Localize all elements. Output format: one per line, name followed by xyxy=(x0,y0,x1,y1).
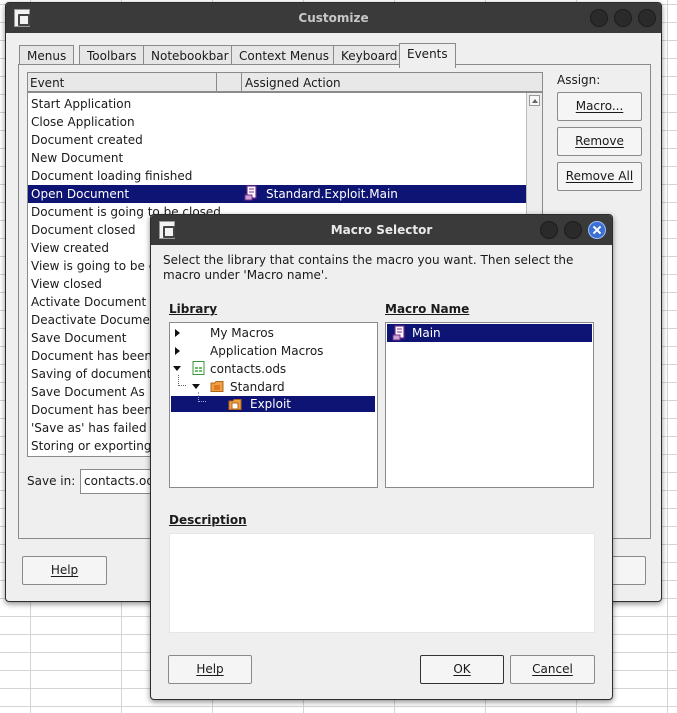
remove-all-button[interactable]: Remove All xyxy=(557,162,642,191)
assign-macro-button[interactable]: Macro... xyxy=(557,92,642,121)
column-event[interactable]: Event xyxy=(30,76,64,90)
tree-item-exploit[interactable]: Exploit xyxy=(250,395,291,413)
description-box xyxy=(169,533,595,633)
event-row[interactable]: Open Document Standard.Exploit.Main xyxy=(28,185,526,203)
cancel-button[interactable]: Cancel xyxy=(510,655,595,684)
description-label: Description xyxy=(169,513,247,527)
minimize-button[interactable] xyxy=(540,221,558,239)
assigned-action-text: Standard.Exploit.Main xyxy=(266,187,398,201)
event-label: Document has been sa xyxy=(31,349,170,363)
event-label: 'Save as' has failed xyxy=(31,421,147,435)
event-row[interactable]: Document created xyxy=(28,131,526,149)
event-label: Activate Document xyxy=(31,295,147,309)
expand-down-icon[interactable] xyxy=(192,384,200,389)
maximize-button[interactable] xyxy=(564,221,582,239)
expand-down-icon[interactable] xyxy=(173,366,181,371)
event-label: Start Application xyxy=(31,97,132,111)
event-label: View closed xyxy=(31,277,102,291)
remove-button[interactable]: Remove xyxy=(557,127,642,156)
tree-item-my-macros[interactable]: My Macros xyxy=(210,324,274,342)
library-folder-icon xyxy=(210,379,224,393)
macro-name-text: Main xyxy=(412,326,441,340)
tree-item-contacts-ods[interactable]: contacts.ods xyxy=(210,360,286,378)
save-in-select[interactable]: contacts.ods xyxy=(80,469,155,494)
assign-label: Assign: xyxy=(557,73,601,87)
macro-selector-help-button[interactable]: Help xyxy=(168,655,252,684)
minimize-button[interactable] xyxy=(590,9,608,27)
event-label: Document has been sa xyxy=(31,403,170,417)
spreadsheet-icon xyxy=(192,361,206,375)
event-row[interactable]: Document loading finished xyxy=(28,167,526,185)
tree-connector xyxy=(198,392,206,402)
library-tree[interactable]: My Macros Application Macros contacts.ods S… xyxy=(169,322,378,488)
event-label: Storing or exporting c xyxy=(31,439,162,453)
event-row[interactable]: New Document xyxy=(28,149,526,167)
expand-right-icon[interactable] xyxy=(175,347,180,355)
scroll-up-arrow-icon[interactable] xyxy=(529,95,540,106)
event-row[interactable]: Start Application xyxy=(28,95,526,113)
event-label: Save Document As xyxy=(31,385,145,399)
save-in-label: Save in: xyxy=(27,474,76,488)
library-label: Library xyxy=(169,302,218,316)
event-label: Save Document xyxy=(31,331,127,345)
tree-item-application-macros[interactable]: Application Macros xyxy=(210,342,323,360)
macro-name-list[interactable]: Main xyxy=(385,322,594,488)
customize-title: Customize xyxy=(298,11,369,25)
expand-right-icon[interactable] xyxy=(175,329,180,337)
customize-titlebar[interactable]: Customize xyxy=(6,3,661,33)
close-button[interactable] xyxy=(588,221,606,239)
list-item-macro[interactable]: Main xyxy=(387,324,592,342)
event-label: View created xyxy=(31,241,109,255)
event-label: Document closed xyxy=(31,223,136,237)
tab-events[interactable]: Events xyxy=(399,43,456,68)
event-label: View is going to be clo xyxy=(31,259,166,273)
event-label: Deactivate Document xyxy=(31,313,163,327)
event-label: Saving of document fa xyxy=(31,367,167,381)
customize-help-button[interactable]: Help xyxy=(22,556,107,585)
assigned-action: Standard.Exploit.Main xyxy=(243,185,398,203)
macro-selector-titlebar[interactable]: Macro Selector xyxy=(151,215,612,245)
macro-scroll-icon xyxy=(392,325,405,341)
event-label: New Document xyxy=(31,151,124,165)
macro-selector-dialog: Macro Selector Select the library that c… xyxy=(150,214,613,700)
instructions-text: Select the library that contains the mac… xyxy=(163,253,574,282)
macro-scroll-icon xyxy=(244,185,257,201)
events-table-header: Event Assigned Action xyxy=(27,72,543,92)
tree-item-standard[interactable]: Standard xyxy=(230,378,285,396)
event-label: Open Document xyxy=(31,187,130,201)
ok-button[interactable]: OK xyxy=(420,655,504,684)
event-label: Document loading finished xyxy=(31,169,193,183)
column-assigned-action[interactable]: Assigned Action xyxy=(245,76,341,90)
module-folder-icon xyxy=(228,397,242,411)
tree-connector xyxy=(178,375,186,386)
maximize-button[interactable] xyxy=(614,9,632,27)
event-label: Document created xyxy=(31,133,143,147)
close-button[interactable] xyxy=(638,9,656,27)
event-label: Close Application xyxy=(31,115,135,129)
event-row[interactable]: Close Application xyxy=(28,113,526,131)
macro-name-label: Macro Name xyxy=(385,302,470,316)
